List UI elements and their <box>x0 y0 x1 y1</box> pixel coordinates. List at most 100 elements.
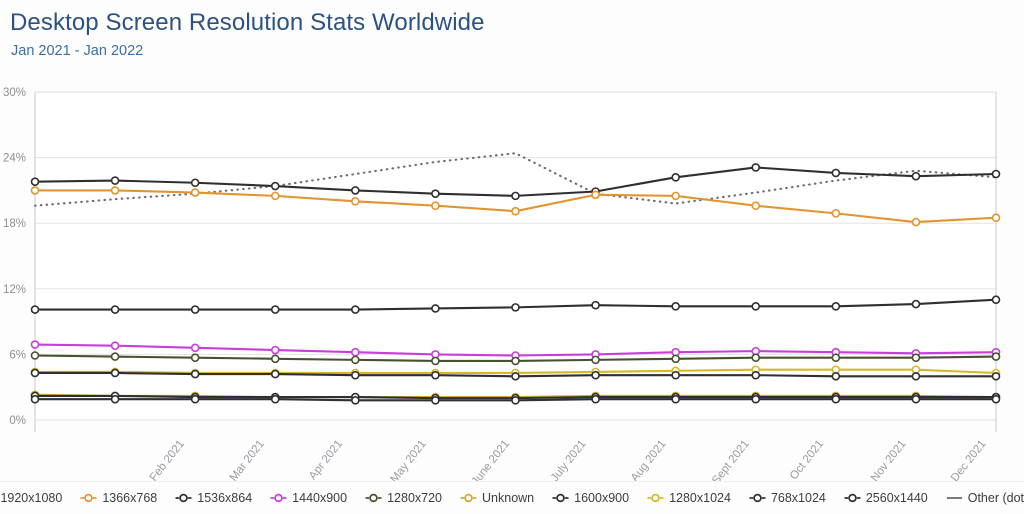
data-point-marker[interactable] <box>511 356 520 366</box>
data-point-marker[interactable] <box>831 301 841 311</box>
legend-item-1280x720[interactable]: 1280x720 <box>356 490 451 506</box>
legend-item-other--dotted-[interactable]: Other (dotted) <box>937 490 1024 506</box>
data-point-marker[interactable] <box>431 370 440 380</box>
data-point-marker[interactable] <box>30 177 40 186</box>
legend-item-1536x864[interactable]: 1536x864 <box>166 490 261 506</box>
data-point-marker[interactable] <box>30 340 40 349</box>
data-point-marker[interactable] <box>751 370 761 380</box>
legend-marker-icon <box>552 493 569 503</box>
data-point-marker[interactable] <box>511 191 520 201</box>
y-axis-tick-label: 0% <box>9 415 26 427</box>
data-point-marker[interactable] <box>30 368 40 378</box>
data-point-marker[interactable] <box>110 394 120 404</box>
data-point-marker[interactable] <box>671 354 680 364</box>
data-point-marker[interactable] <box>431 189 440 198</box>
data-point-marker[interactable] <box>110 186 120 195</box>
legend-item-1920x1080[interactable]: 1920x1080 <box>0 490 71 506</box>
data-point-marker[interactable] <box>991 169 1001 179</box>
data-point-marker[interactable] <box>991 371 1001 381</box>
data-point-marker[interactable] <box>591 355 600 365</box>
data-point-marker[interactable] <box>30 394 40 404</box>
legend-marker-icon <box>175 493 192 503</box>
data-point-marker[interactable] <box>190 343 200 353</box>
data-point-marker[interactable] <box>190 394 200 404</box>
data-point-marker[interactable] <box>190 305 200 314</box>
data-point-marker[interactable] <box>591 300 600 310</box>
data-point-marker[interactable] <box>991 213 1001 223</box>
legend-item-unknown[interactable]: Unknown <box>451 490 543 506</box>
data-point-marker[interactable] <box>831 394 841 404</box>
data-point-marker[interactable] <box>190 178 200 188</box>
data-point-marker[interactable] <box>671 301 680 311</box>
legend-item-1600x900[interactable]: 1600x900 <box>543 490 638 506</box>
data-point-marker[interactable] <box>351 355 360 365</box>
data-point-marker[interactable] <box>991 394 1001 404</box>
data-point-marker[interactable] <box>431 396 440 405</box>
x-axis-tick-label: May 2021 <box>388 438 430 486</box>
data-point-marker[interactable] <box>671 370 680 380</box>
data-point-marker[interactable] <box>30 186 40 195</box>
data-point-marker[interactable] <box>751 394 761 404</box>
data-point-marker[interactable] <box>831 168 841 178</box>
legend-item-2560x1440[interactable]: 2560x1440 <box>835 490 937 506</box>
data-point-marker[interactable] <box>270 305 280 314</box>
data-point-marker[interactable] <box>270 354 280 364</box>
chart-legend[interactable]: 1920x1080 1366x768 1536x864 1440x900 1280x72… <box>0 481 1024 514</box>
data-point-marker[interactable] <box>270 345 280 355</box>
data-point-marker[interactable] <box>351 197 360 206</box>
data-point-marker[interactable] <box>911 353 921 362</box>
data-point-marker[interactable] <box>30 305 40 314</box>
data-point-marker[interactable] <box>351 347 360 357</box>
data-point-marker[interactable] <box>911 217 921 227</box>
data-point-marker[interactable] <box>831 209 841 218</box>
data-point-marker[interactable] <box>751 163 761 172</box>
data-point-marker[interactable] <box>591 394 600 404</box>
data-point-marker[interactable] <box>110 305 120 314</box>
data-point-marker[interactable] <box>591 190 600 200</box>
legend-item-1366x768[interactable]: 1366x768 <box>71 490 166 506</box>
legend-item-label: 2560x1440 <box>865 491 928 505</box>
data-point-marker[interactable] <box>911 394 921 404</box>
data-point-marker[interactable] <box>671 172 680 182</box>
data-point-marker[interactable] <box>511 303 520 312</box>
data-point-marker[interactable] <box>190 369 200 379</box>
data-point-marker[interactable] <box>270 191 280 201</box>
data-point-marker[interactable] <box>110 352 120 361</box>
data-point-marker[interactable] <box>991 352 1001 361</box>
data-point-marker[interactable] <box>431 356 440 366</box>
legend-item-1280x1024[interactable]: 1280x1024 <box>638 490 740 506</box>
data-point-marker[interactable] <box>831 371 841 381</box>
data-point-marker[interactable] <box>110 176 120 185</box>
data-point-marker[interactable] <box>351 396 360 405</box>
data-point-marker[interactable] <box>671 191 680 201</box>
data-point-marker[interactable] <box>751 201 761 211</box>
data-point-marker[interactable] <box>351 186 360 195</box>
data-point-marker[interactable] <box>351 305 360 314</box>
data-point-marker[interactable] <box>431 304 440 313</box>
data-point-marker[interactable] <box>270 369 280 379</box>
data-point-marker[interactable] <box>270 181 280 191</box>
data-point-marker[interactable] <box>30 351 40 360</box>
data-point-marker[interactable] <box>831 353 841 362</box>
data-point-marker[interactable] <box>511 206 520 216</box>
legend-item-768x1024[interactable]: 768x1024 <box>740 490 835 506</box>
legend-marker-icon <box>80 493 97 503</box>
data-point-marker[interactable] <box>991 295 1001 305</box>
data-point-marker[interactable] <box>671 394 680 404</box>
data-point-marker[interactable] <box>911 371 921 381</box>
data-point-marker[interactable] <box>911 299 921 309</box>
data-point-marker[interactable] <box>110 368 120 378</box>
data-point-marker[interactable] <box>190 188 200 197</box>
data-point-marker[interactable] <box>511 396 520 405</box>
data-point-marker[interactable] <box>911 171 921 181</box>
data-point-marker[interactable] <box>511 371 520 381</box>
data-point-marker[interactable] <box>751 301 761 311</box>
data-point-marker[interactable] <box>591 370 600 380</box>
data-point-marker[interactable] <box>351 370 360 380</box>
legend-item-1440x900[interactable]: 1440x900 <box>261 490 356 506</box>
data-point-marker[interactable] <box>751 353 761 362</box>
data-point-marker[interactable] <box>431 201 440 211</box>
data-point-marker[interactable] <box>110 341 120 350</box>
data-point-marker[interactable] <box>190 353 200 362</box>
data-point-marker[interactable] <box>270 394 280 404</box>
